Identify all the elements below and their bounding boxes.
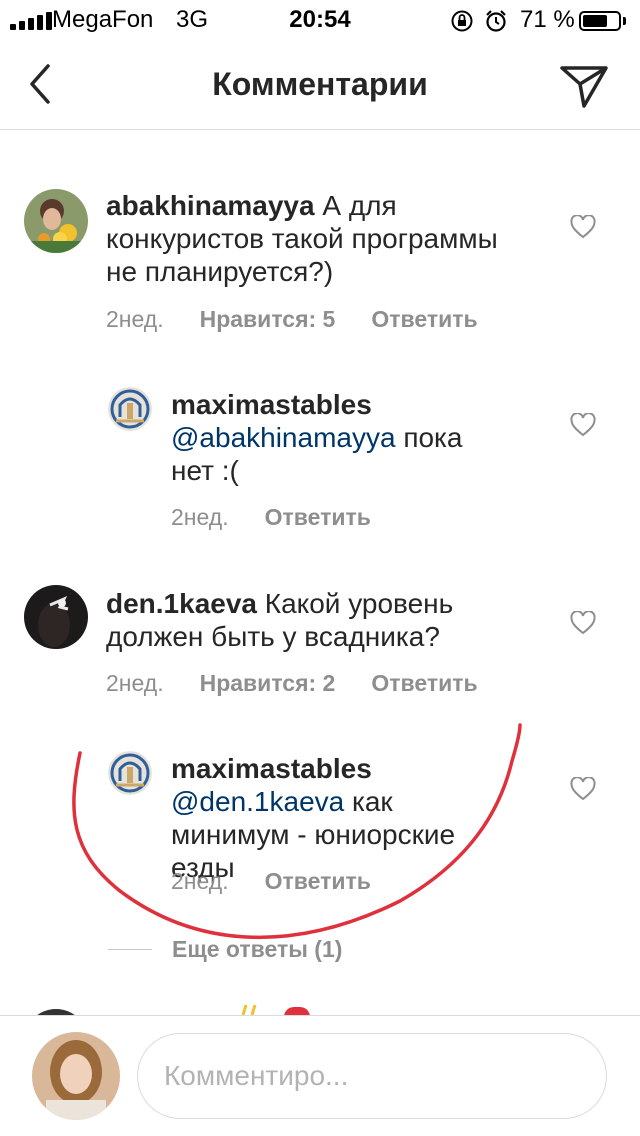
status-bar: MegaFon 3G 20:54 71 % [0,0,640,40]
annotation-curve [72,723,522,939]
alarm-icon [486,10,506,32]
battery-tip [623,17,626,25]
paper-plane-icon[interactable] [556,60,612,110]
comment-composer [0,1015,640,1136]
comment-input[interactable] [137,1033,607,1119]
battery-percent: 71 % [520,6,575,33]
avatar [32,1032,120,1120]
orientation-lock-icon [451,10,473,32]
comments-header: Комментарии [0,40,640,130]
battery-icon [579,11,621,31]
battery-fill [583,15,608,27]
comments-list: · · · abakhinamayya А для конкуристов та… [0,131,640,1015]
page-title: Комментарии [212,66,428,102]
